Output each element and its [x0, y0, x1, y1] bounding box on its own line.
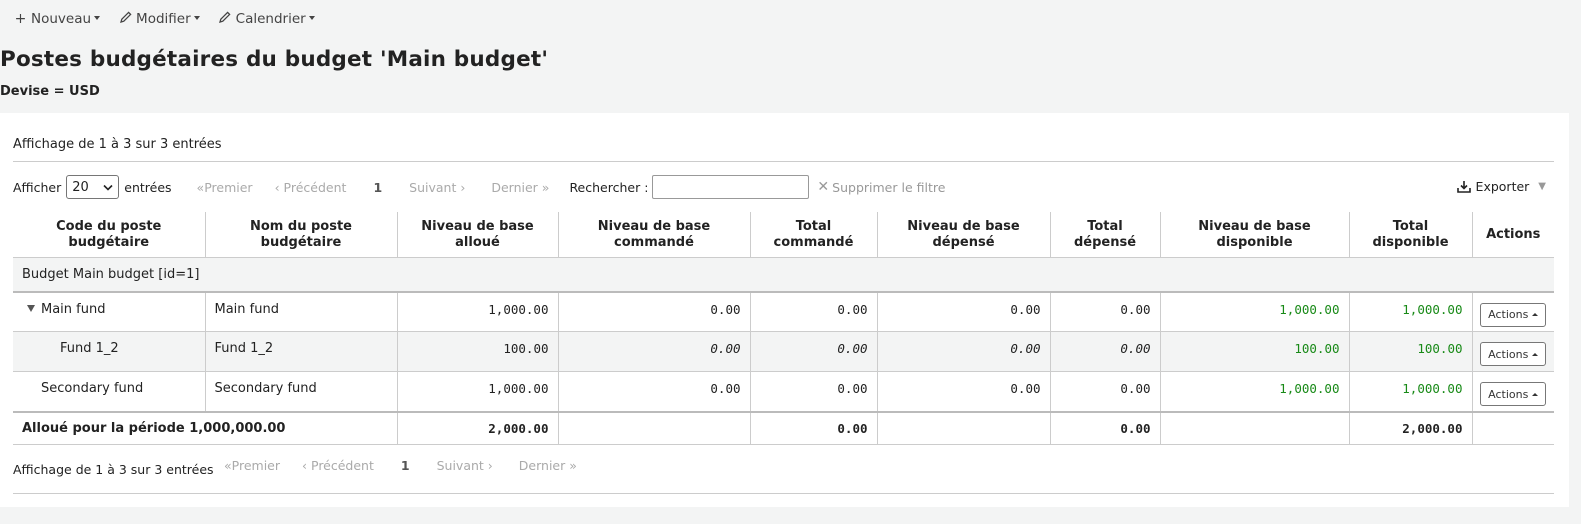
search-input[interactable]	[652, 175, 810, 199]
show-label: Afficher	[13, 179, 62, 195]
actions-button[interactable]: Actions	[1480, 342, 1547, 366]
group-label: Budget Main budget [id=1]	[13, 257, 1554, 293]
table-row: Main fund Main fund 1,000.00 0.00 0.00 0…	[13, 291, 1554, 332]
pager-top: «Premier ‹ Précédent 1 Suivant › Dernier…	[197, 180, 550, 195]
actions-button[interactable]: Actions	[1480, 302, 1547, 327]
download-icon	[1456, 181, 1471, 193]
collapse-triangle-icon[interactable]	[27, 304, 35, 312]
col-ordered[interactable]: Niveau de base commandé	[558, 212, 751, 258]
page-size-select[interactable]: 20	[66, 175, 120, 199]
table-header-row: Code du poste budgétaire Nom du poste bu…	[13, 212, 1554, 258]
pager-next[interactable]: Suivant ›	[437, 458, 493, 473]
footer-total-spent: 0.00	[1050, 410, 1161, 445]
calendar-button[interactable]: Calendrier	[219, 11, 315, 27]
pager-current[interactable]: 1	[401, 458, 410, 473]
entries-label: entrées	[124, 179, 172, 195]
pencil-icon	[119, 11, 132, 27]
col-total-available[interactable]: Total disponible	[1349, 212, 1473, 258]
caret-down-icon	[308, 16, 315, 20]
divider	[13, 161, 1554, 162]
table-info-bottom: Affichage de 1 à 3 sur 3 entrées	[13, 462, 214, 477]
caret-up-icon	[1532, 392, 1539, 396]
table-controls: Afficher 20 entrées «Premier ‹ Précédent…	[13, 174, 945, 200]
pager-prev[interactable]: ‹ Précédent	[302, 458, 374, 473]
page-title: Postes budgétaires du budget 'Main budge…	[0, 47, 549, 72]
caret-up-icon	[1532, 352, 1539, 356]
col-name[interactable]: Nom du poste budgétaire	[205, 212, 398, 258]
table-row: Fund 1_2 Fund 1_2 100.00 0.00 0.00 0.00 …	[13, 331, 1554, 372]
col-total-ordered[interactable]: Total commandé	[750, 212, 878, 258]
pencil-icon	[219, 11, 232, 27]
pager-prev[interactable]: ‹ Précédent	[275, 180, 347, 195]
actions-button[interactable]: Actions	[1480, 382, 1547, 406]
modify-button[interactable]: Modifier	[119, 11, 200, 27]
table-info-top: Affichage de 1 à 3 sur 3 entrées	[13, 137, 222, 152]
table-row: Secondary fund Secondary fund 1,000.00 0…	[13, 371, 1554, 412]
footer-label: Alloué pour la période 1,000,000.00	[13, 410, 398, 445]
export-button[interactable]: Exporter ▼	[1456, 179, 1546, 194]
currency-label: Devise = USD	[0, 84, 100, 99]
toolbar: + Nouveau Modifier Calendrier	[0, 0, 334, 38]
table-footer-row: Alloué pour la période 1,000,000.00 2,00…	[13, 410, 1554, 445]
close-icon: ✕	[817, 179, 830, 195]
plus-icon: +	[14, 11, 27, 27]
new-button[interactable]: + Nouveau	[14, 11, 101, 27]
caret-down-icon	[94, 16, 101, 20]
search-label: Rechercher :	[569, 179, 649, 195]
clear-filter-button[interactable]: ✕ Supprimer le filtre	[817, 179, 945, 195]
divider	[13, 493, 1554, 494]
footer-total-ordered: 0.00	[750, 410, 878, 445]
col-allocated[interactable]: Niveau de base alloué	[397, 212, 559, 258]
group-row: Budget Main budget [id=1]	[13, 257, 1554, 293]
col-spent[interactable]: Niveau de base dépensé	[877, 212, 1051, 258]
footer-allocated: 2,000.00	[397, 410, 559, 445]
caret-down-icon: ▼	[1538, 181, 1546, 192]
pager-bottom: «Premier ‹ Précédent 1 Suivant › Dernier…	[224, 458, 577, 473]
footer-total-available: 2,000.00	[1349, 410, 1473, 445]
pager-next[interactable]: Suivant ›	[409, 180, 465, 195]
caret-down-icon	[193, 16, 200, 20]
col-available[interactable]: Niveau de base disponible	[1160, 212, 1350, 258]
caret-up-icon	[1532, 313, 1539, 316]
budget-lines-table: Code du poste budgétaire Nom du poste bu…	[13, 212, 1554, 445]
pager-last[interactable]: Dernier »	[519, 458, 577, 473]
col-code[interactable]: Code du poste budgétaire	[13, 212, 206, 258]
chevron-down-icon	[103, 184, 113, 191]
pager-current[interactable]: 1	[373, 180, 382, 195]
col-actions: Actions	[1486, 226, 1541, 242]
pager-first[interactable]: «Premier	[197, 180, 253, 195]
pager-last[interactable]: Dernier »	[491, 180, 549, 195]
col-total-spent[interactable]: Total dépensé	[1050, 212, 1161, 258]
pager-first[interactable]: «Premier	[224, 458, 280, 473]
